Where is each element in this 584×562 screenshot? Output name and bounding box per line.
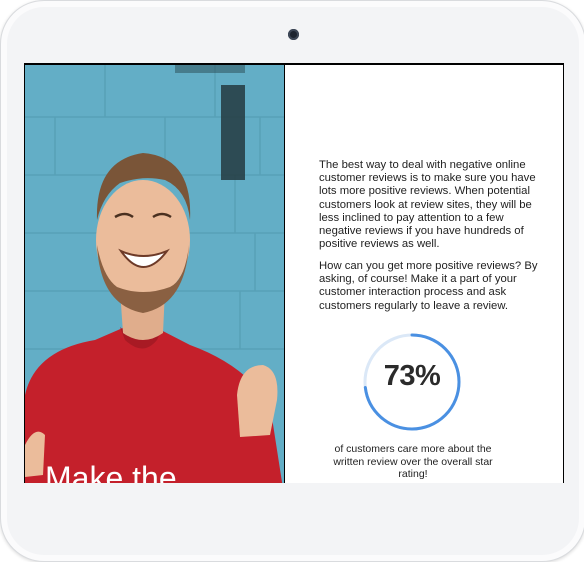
paragraph-negative-reviews: The best way to deal with negative onlin… <box>319 159 536 251</box>
front-camera-icon <box>288 29 299 40</box>
paragraph-get-more-reviews: How can you get more positive reviews? B… <box>319 260 538 312</box>
stat-ring: 73% <box>357 327 467 437</box>
smiling-man-illustration <box>25 65 284 483</box>
stat-percentage: 73% <box>383 360 441 392</box>
stat-caption: of customers care more about the written… <box>333 443 493 480</box>
article-content: The best way to deal with negative onlin… <box>285 65 563 483</box>
tablet-frame: Make the The best way to deal with negat… <box>0 0 584 562</box>
tablet-screen: Make the The best way to deal with negat… <box>24 63 564 483</box>
smiling-man-photo: Make the <box>25 65 284 483</box>
